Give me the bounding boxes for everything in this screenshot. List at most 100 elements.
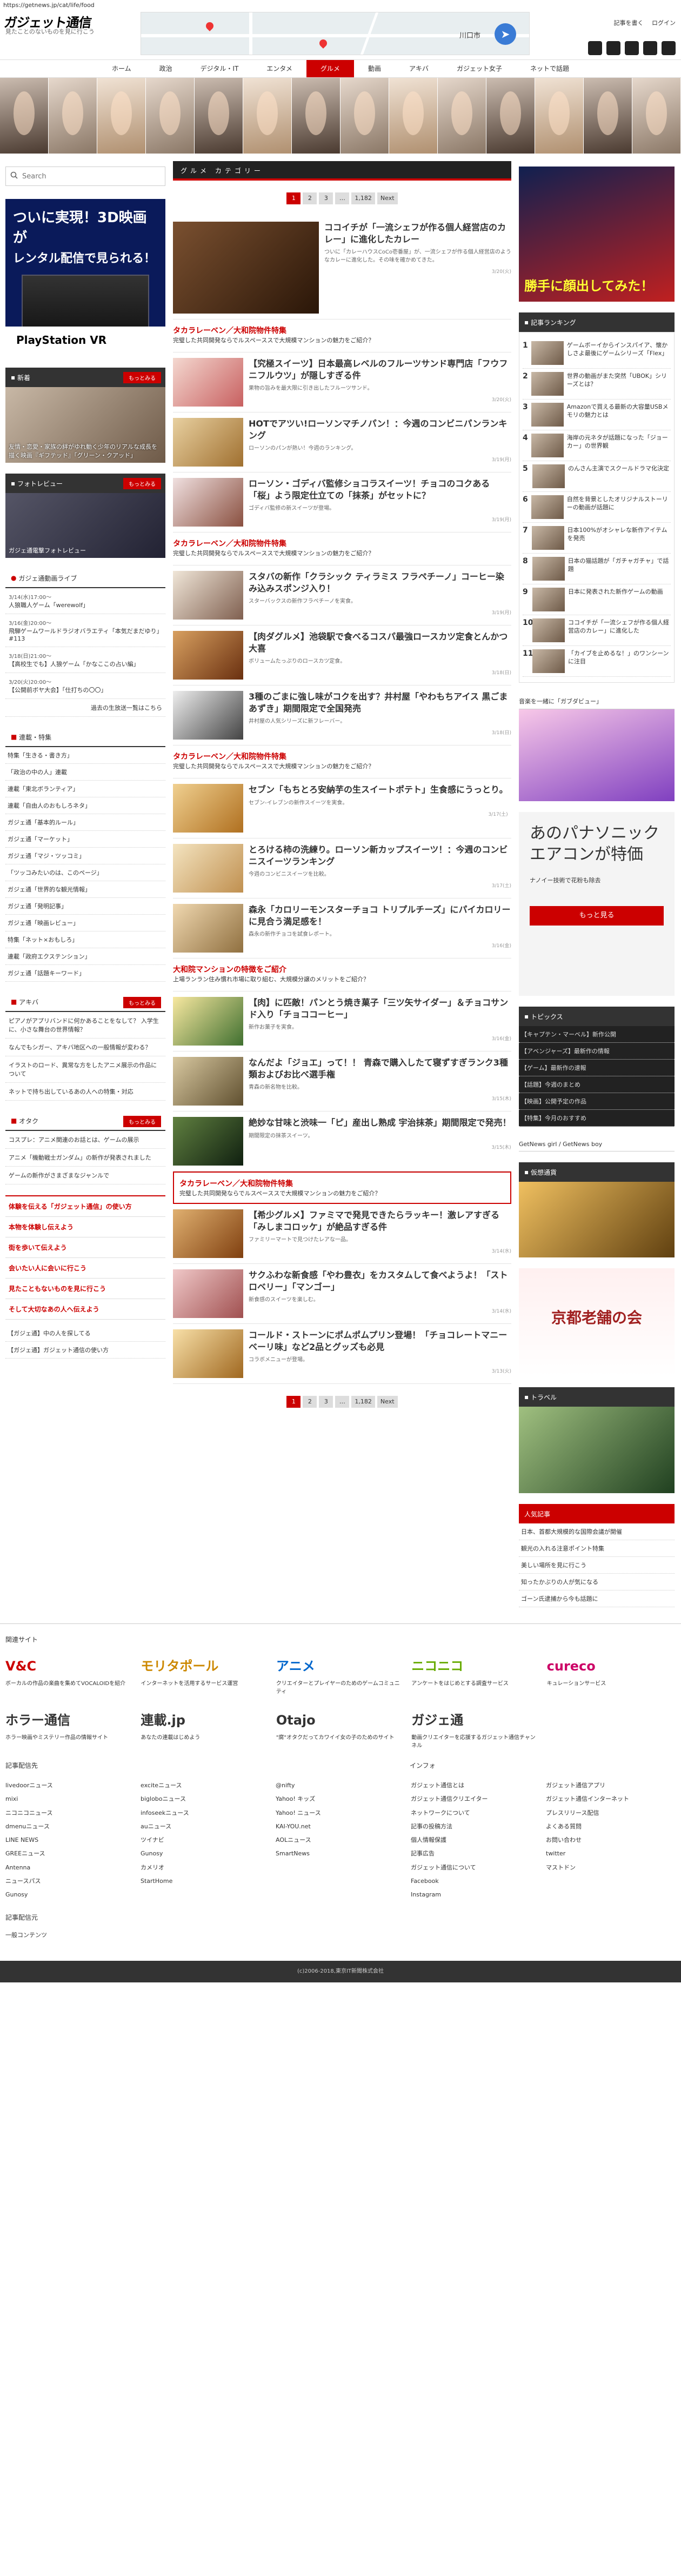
search-input[interactable] [22,172,161,181]
akiba-item[interactable]: なんでもシガー、アキバ地区への一般情報が変わる？ [5,1039,165,1056]
guide-link[interactable]: そして大切なあの人へ伝えよう [5,1299,165,1320]
partner-link[interactable]: Yahoo! ニュース [276,1809,321,1816]
photo-thumb[interactable]: ガジェ通電撃フォトレビュー [5,493,165,558]
nav-video[interactable]: 動画 [354,60,395,77]
article-title[interactable]: とろける柿の洗練り。ローソン新カップスイーツ！：今週のコンビニスイーツランキング [249,844,511,867]
partner-link[interactable]: SmartNews [276,1850,310,1857]
girl-header[interactable]: GetNews girl / GetNews boy [519,1137,675,1151]
navigation-icon[interactable]: ➤ [495,23,516,45]
ranking-item[interactable]: 1 ゲームボーイからインスパイア、懐かしさよ最後にゲームシリーズ「Flex」 [523,338,671,369]
ranking-item[interactable]: 10 ココイチが「一流シェフが作る個人経営店のカレー」に進化した [523,615,671,646]
travel-thumb[interactable] [519,1407,675,1493]
partner-link[interactable]: ニュースパス [5,1878,41,1885]
feature-item[interactable]: 「ツッコみたいのは、このページ」 [5,864,165,881]
article-title[interactable]: HOTでアツい!ローソンマチノパン！：今週のコンビニパンランキング [249,418,511,441]
partner-link[interactable]: StartHome [141,1878,172,1885]
nav-home[interactable]: ホーム [98,60,145,77]
partner-link[interactable]: Yahoo! キッズ [276,1795,315,1802]
ad-banner-vr[interactable]: ついに実現！3D映画が レンタル配信で見られる！ PlayStation VR [5,199,165,354]
article-title[interactable]: 【肉】に匹敵！パンとう焼き菓子「三ツ矢サイダー」＆チョコサンド入り「チョココーヒ… [249,997,511,1020]
article-item[interactable]: ローソン・ゴディバ監修ショコラスイーツ！チョコのコクある「桜」よう限定仕立ての「… [173,472,511,532]
youtube-icon[interactable] [606,41,620,55]
article-item[interactable]: 【希少グルメ】ファミマで発見できたらラッキー！激レアすぎる「みしまコロッケ」が絶… [173,1204,511,1264]
service-item[interactable]: ホラー通信 ホラー映画やミステリー作品の情報サイト [5,1707,134,1750]
article-title[interactable]: 【希少グルメ】ファミマで発見できたらラッキー！激レアすぎる「みしまコロッケ」が絶… [249,1209,511,1233]
page-link[interactable]: 1,182 [351,192,375,204]
service-item[interactable]: V&C ボーカルの作品の楽曲を集めてVOCALOIDを紹介 [5,1653,134,1696]
topic-item[interactable]: 【話題】今週のまとめ [519,1076,675,1093]
article-item[interactable]: 【肉ダグルメ】池袋駅で食べるコスパ最強ロースカツ定食とんかつ大喜 ボリュームたっぷ… [173,625,511,685]
info-link[interactable]: お問い合わせ [546,1836,582,1843]
article-title[interactable]: サクふわな新食感「やわ豊衣」をカスタムして食べようよ！「ストロベリー」「マンゴー… [249,1269,511,1293]
article-item[interactable]: なんだよ「ジョエ」って！！ 青森で購入したて寝ずすぎランク3種類およびお比べ選手… [173,1051,511,1111]
ranking-item[interactable]: 11 「カイブを止めるな！」のワンシーンに注目 [523,646,671,677]
partner-link[interactable]: Antenna [5,1864,30,1871]
article-item[interactable]: とろける柿の洗練り。ローソン新カップスイーツ！：今週のコンビニスイーツランキング… [173,838,511,898]
partner-link[interactable]: auニュース [141,1823,171,1830]
feature-item[interactable]: ガジェ通「マーケット」 [5,831,165,848]
article-item[interactable]: 森永「カロリーモンスターチョコ トリプルチーズ」にパイカロリーに見合う満足感を！… [173,898,511,958]
info-link[interactable]: よくある質問 [546,1823,582,1830]
small-link[interactable]: 【ガジェ通】中の人を探してる [5,1325,165,1342]
partner-link[interactable]: LINE NEWS [5,1836,38,1843]
feature-item[interactable]: ガジェ通「マジ・ツッコミ」 [5,848,165,864]
ranking-item[interactable]: 6 自然を背景としたオリジナルストーリーの動画が話題に [523,492,671,523]
article-title[interactable]: なんだよ「ジョエ」って！！ 青森で購入したて寝ずすぎランク3種類およびお比べ選手… [249,1057,511,1080]
akiba-item[interactable]: イラストのロード、異常な方をしたアニメ展示の作品について [5,1056,165,1083]
topic-item[interactable]: 【映画】公開予定の作品 [519,1093,675,1110]
akiba-item[interactable]: ピアノがアプリバンドに何かあることをなして？ 入学生に、小さな舞台の世界情報？ [5,1012,165,1039]
info-link[interactable]: ガジェット通信インターネット [546,1795,629,1802]
otaku-item[interactable]: コスプレ：アニメ関連のお話とは、ゲームの展示 [5,1131,165,1149]
partner-link[interactable]: KAI-YOU.net [276,1823,311,1830]
article-title[interactable]: 【肉ダグルメ】池袋駅で食べるコスパ最強ロースカツ定食とんかつ大喜 [249,631,511,654]
topic-item[interactable]: 【ゲーム】最新作の速報 [519,1060,675,1076]
map-widget[interactable]: 川口市 ➤ [141,12,530,55]
guide-link[interactable]: 本物を体験し伝えよう [5,1217,165,1237]
partner-link[interactable]: @nifty [276,1782,295,1789]
partner-link[interactable]: ニコニコニュース [5,1809,52,1816]
article-title[interactable]: ココイチが「一流シェフが作る個人経営店のカレー」に進化したカレー [324,222,511,245]
ad-aircon-button[interactable]: もっと見る [530,906,664,926]
feature-item[interactable]: 連載「自由人のおもしろネタ」 [5,797,165,814]
nav-akiba[interactable]: アキバ [395,60,443,77]
page-link[interactable]: 2 [303,1396,317,1408]
article-item[interactable]: コールド・ストーンにポムポムプリン登場！「チョコレートマニーベーリ味」など2品と… [173,1324,511,1384]
nav-net-topic[interactable]: ネットで話題 [516,60,583,77]
page-link[interactable]: 3 [319,192,333,204]
article-title[interactable]: スタバの新作「クラシック ティラミス フラペチーノ」コーヒー染み込みスポンジ入り… [249,571,511,594]
service-item[interactable]: アニメ クリエイターとプレイヤーのためのゲームコミュニティ [276,1653,405,1696]
info-link[interactable]: 記事の投稿方法 [411,1823,452,1830]
pr-item[interactable]: タカラレーベン／大和院物件特集 完璧した共同開発ならでルスペーススで大規模マンショ… [173,745,511,778]
page-link[interactable]: 3 [319,1396,333,1408]
instagram-icon[interactable] [625,41,639,55]
article-title[interactable]: 3種のごまに強し味がコクを出す？井村屋「やわもちアイス 黒ごまあずき」期間限定で… [249,691,511,714]
feature-item[interactable]: ガジェ通「世界的な観光情報」 [5,881,165,898]
article-title[interactable]: 森永「カロリーモンスターチョコ トリプルチーズ」にパイカロリーに見合う満足感を！ [249,904,511,927]
info-link[interactable]: Instagram [411,1891,441,1898]
article-item[interactable]: 【肉】に匹敵！パンとう焼き菓子「三ツ矢サイダー」＆チョコサンド入り「チョココーヒ… [173,991,511,1051]
photo-more-button[interactable]: もっとみる [123,478,161,489]
article-title[interactable]: 【究極スイーツ】日本最高レベルのフルーツサンド専門店「フウフニフルウツ」が隠しす… [249,358,511,381]
feature-item[interactable]: 連載「政府エクステンション」 [5,948,165,965]
feature-item[interactable]: 「政治の中の人」連載 [5,764,165,781]
guide-link[interactable]: 体験を伝える「ガジェット通信」の使い方 [5,1196,165,1217]
popular-item[interactable]: 日本、首都大規模的な国際会議が開催 [519,1523,675,1540]
article-item[interactable]: 3種のごまに強し味がコクを出す？井村屋「やわもちアイス 黒ごまあずき」期間限定で… [173,685,511,745]
ranking-item[interactable]: 2 世界の動画がまた突然「UBOK」シリーズとは？ [523,369,671,400]
login-link[interactable]: ログイン [652,19,676,26]
guide-link[interactable]: 会いたい人に会いに行こう [5,1258,165,1279]
live-item[interactable]: 3/16(金)20:00〜 飛騨ゲームワールドラジオバラエティ「本気だまだゆり」#… [5,614,165,647]
nav-digital[interactable]: デジタル・IT [186,60,253,77]
people-banner[interactable] [0,78,681,154]
news-thumb[interactable]: 友情・恋愛・家族の絆がゆれ動く少年のリアルな成長を描く映画『ギフテッド』「グリー… [5,387,165,463]
feature-item[interactable]: ガジェ通「話題キーワード」 [5,965,165,982]
page-link[interactable]: 2 [303,192,317,204]
guide-link[interactable]: 見たこともないものを見に行こう [5,1279,165,1299]
ad-banner-movie[interactable]: 勝手に顔出してみた！ [519,167,675,302]
partner-link[interactable]: bigloboニュース [141,1795,186,1802]
service-item[interactable]: ガジェ通 動画クリエイターを応援するガジェット通信チャンネル [411,1707,540,1750]
rss-icon[interactable] [588,41,602,55]
next-button[interactable]: Next [377,192,398,204]
service-item[interactable]: モリタポール インターネットを活用するサービス運営 [141,1653,269,1696]
popular-item[interactable]: 観光の入れる注意ポイント特集 [519,1540,675,1557]
